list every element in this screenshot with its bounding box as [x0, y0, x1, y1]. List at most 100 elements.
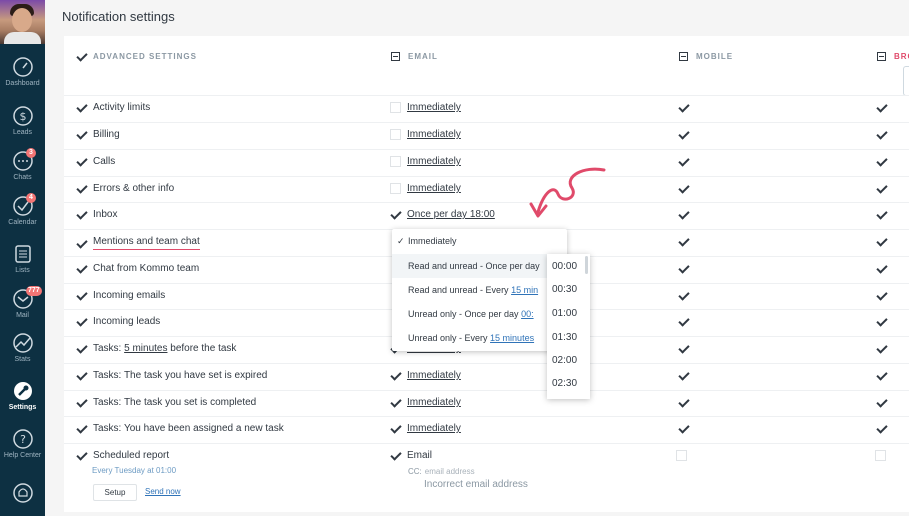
browser-extra-control[interactable]: [903, 66, 909, 96]
email-frequency-link[interactable]: Immediately: [407, 397, 461, 408]
check-icon[interactable]: [76, 102, 87, 113]
dropdown-item-unread-every[interactable]: Unread only - Every 15 minutes: [392, 326, 567, 350]
check-icon[interactable]: [76, 290, 87, 301]
browser-check-icon[interactable]: [876, 236, 887, 247]
interval-link[interactable]: 15 minutes: [490, 333, 534, 343]
task-time-link[interactable]: 5 minutes: [124, 343, 167, 354]
email-checkbox[interactable]: [390, 156, 401, 167]
check-icon[interactable]: [76, 343, 87, 354]
mobile-checkbox[interactable]: [676, 450, 687, 461]
email-checkbox[interactable]: [390, 129, 401, 140]
sidebar-item-leads[interactable]: $ Leads: [0, 105, 45, 136]
mobile-check-icon[interactable]: [678, 129, 689, 140]
mobile-check-icon[interactable]: [678, 370, 689, 381]
scrollbar[interactable]: [585, 256, 588, 274]
check-icon[interactable]: [76, 238, 87, 249]
check-icon[interactable]: [76, 51, 87, 62]
check-icon[interactable]: [76, 316, 87, 327]
sidebar-item-dashboard[interactable]: Dashboard: [0, 56, 45, 87]
mobile-check-icon[interactable]: [678, 290, 689, 301]
email-frequency-link[interactable]: Immediately: [407, 102, 461, 113]
time-option[interactable]: 00:00: [552, 261, 577, 272]
browser-check-icon[interactable]: [876, 397, 887, 408]
email-check-icon[interactable]: [390, 370, 401, 381]
mobile-check-icon[interactable]: [678, 343, 689, 354]
time-option[interactable]: 02:30: [552, 378, 577, 389]
time-option[interactable]: 01:00: [552, 308, 577, 319]
dropdown-item-unread-daily[interactable]: Unread only - Once per day 00:: [392, 302, 567, 326]
check-icon[interactable]: [76, 370, 87, 381]
mobile-check-icon[interactable]: [678, 183, 689, 194]
email-check-icon[interactable]: [390, 397, 401, 408]
dropdown-item-read-unread-every[interactable]: Read and unread - Every 15 min: [392, 278, 567, 302]
sidebar-item-stats[interactable]: Stats: [0, 332, 45, 363]
time-link[interactable]: 00:: [521, 309, 534, 319]
email-checkbox[interactable]: [390, 102, 401, 113]
dropdown-item-read-unread-daily[interactable]: Read and unread - Once per day: [392, 254, 567, 278]
mail-badge: 777: [26, 286, 42, 296]
dropdown-item-immediately[interactable]: ✓ Immediately: [392, 229, 567, 253]
check-icon[interactable]: [76, 183, 87, 194]
sidebar-item-lists[interactable]: Lists: [0, 243, 45, 274]
email-frequency-link[interactable]: Once per day 18:00: [407, 209, 495, 220]
minus-checkbox-icon[interactable]: [679, 51, 688, 61]
interval-link[interactable]: 15 min: [511, 285, 538, 295]
check-icon[interactable]: [76, 397, 87, 408]
browser-check-icon[interactable]: [876, 129, 887, 140]
check-icon[interactable]: [76, 156, 87, 167]
mobile-check-icon[interactable]: [678, 209, 689, 220]
column-header-email[interactable]: EMAIL: [391, 47, 438, 65]
column-header-advanced[interactable]: ADVANCED SETTINGS: [76, 47, 197, 65]
column-header-mobile[interactable]: MOBILE: [679, 47, 733, 65]
mobile-check-icon[interactable]: [678, 397, 689, 408]
mobile-check-icon[interactable]: [678, 263, 689, 274]
check-icon[interactable]: [76, 129, 87, 140]
sidebar-item-notifications[interactable]: [0, 482, 45, 504]
browser-check-icon[interactable]: [876, 370, 887, 381]
mobile-check-icon[interactable]: [678, 102, 689, 113]
check-icon[interactable]: [76, 450, 87, 461]
check-icon[interactable]: [76, 263, 87, 274]
mobile-check-icon[interactable]: [678, 316, 689, 327]
avatar[interactable]: [0, 0, 45, 44]
cc-email-input[interactable]: email address: [425, 467, 475, 476]
browser-check-icon[interactable]: [876, 102, 887, 113]
email-check-icon[interactable]: [390, 450, 401, 461]
sidebar-item-settings[interactable]: Settings: [0, 380, 45, 411]
email-checkbox[interactable]: [390, 183, 401, 194]
browser-checkbox[interactable]: [875, 450, 886, 461]
email-check-icon[interactable]: [390, 209, 401, 220]
browser-check-icon[interactable]: [876, 343, 887, 354]
setup-button[interactable]: Setup: [93, 484, 137, 501]
sidebar-item-chats[interactable]: 3 Chats: [0, 148, 45, 181]
check-icon[interactable]: [76, 209, 87, 220]
mobile-check-icon[interactable]: [678, 156, 689, 167]
email-check-icon[interactable]: [390, 423, 401, 434]
mobile-check-icon[interactable]: [678, 236, 689, 247]
column-header-browser[interactable]: BRO: [877, 47, 909, 65]
email-frequency-link[interactable]: Immediately: [407, 370, 461, 381]
browser-check-icon[interactable]: [876, 183, 887, 194]
mobile-check-icon[interactable]: [678, 423, 689, 434]
table-row: Calls Immediately: [64, 149, 909, 176]
browser-check-icon[interactable]: [876, 156, 887, 167]
email-frequency-link[interactable]: Immediately: [407, 129, 461, 140]
time-option[interactable]: 00:30: [552, 284, 577, 295]
browser-check-icon[interactable]: [876, 209, 887, 220]
sidebar-item-help-center[interactable]: ? Help Center: [0, 428, 45, 459]
browser-check-icon[interactable]: [876, 290, 887, 301]
send-now-link[interactable]: Send now: [145, 487, 181, 496]
sidebar-item-calendar[interactable]: 4 Calendar: [0, 193, 45, 226]
check-icon[interactable]: [76, 423, 87, 434]
browser-check-icon[interactable]: [876, 423, 887, 434]
time-option[interactable]: 01:30: [552, 332, 577, 343]
email-frequency-link[interactable]: Immediately: [407, 423, 461, 434]
time-option[interactable]: 02:00: [552, 355, 577, 366]
email-frequency-link[interactable]: Immediately: [407, 183, 461, 194]
minus-checkbox-icon[interactable]: [877, 51, 886, 61]
minus-checkbox-icon[interactable]: [391, 51, 400, 61]
browser-check-icon[interactable]: [876, 316, 887, 327]
sidebar-item-mail[interactable]: 777 Mail: [0, 286, 45, 319]
browser-check-icon[interactable]: [876, 263, 887, 274]
email-frequency-link[interactable]: Immediately: [407, 156, 461, 167]
